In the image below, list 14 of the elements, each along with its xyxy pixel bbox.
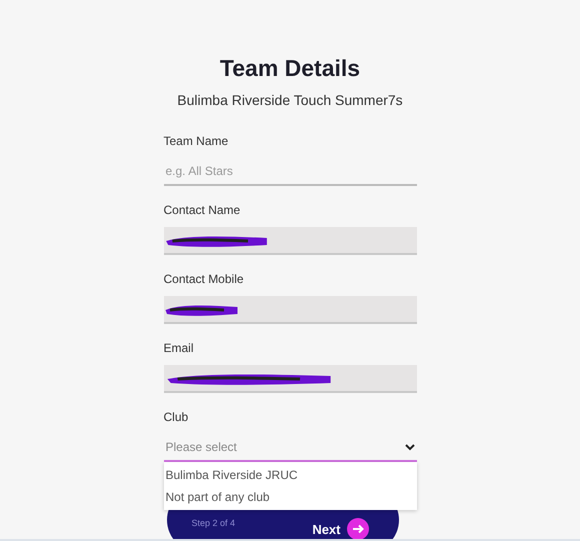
input-field[interactable] [164,296,416,324]
dropdown-option[interactable]: Bulimba Riverside JRUC [164,464,416,486]
chevron-down-icon [404,444,414,450]
field-label: Email [164,341,195,357]
page-title: Team Details [220,55,360,82]
field-label: Team Name [164,134,230,150]
input-field[interactable] [164,365,416,393]
field-label: Contact Mobile [164,272,245,288]
field-label: Contact Name [164,203,242,219]
competition-name: Bulimba Riverside Touch Summer7s [177,92,403,108]
input-field[interactable] [164,227,416,255]
field-label: Club [164,410,190,426]
input-field[interactable]: e.g. All Stars [164,158,416,186]
dropdown-option[interactable]: Not part of any club [164,486,416,508]
